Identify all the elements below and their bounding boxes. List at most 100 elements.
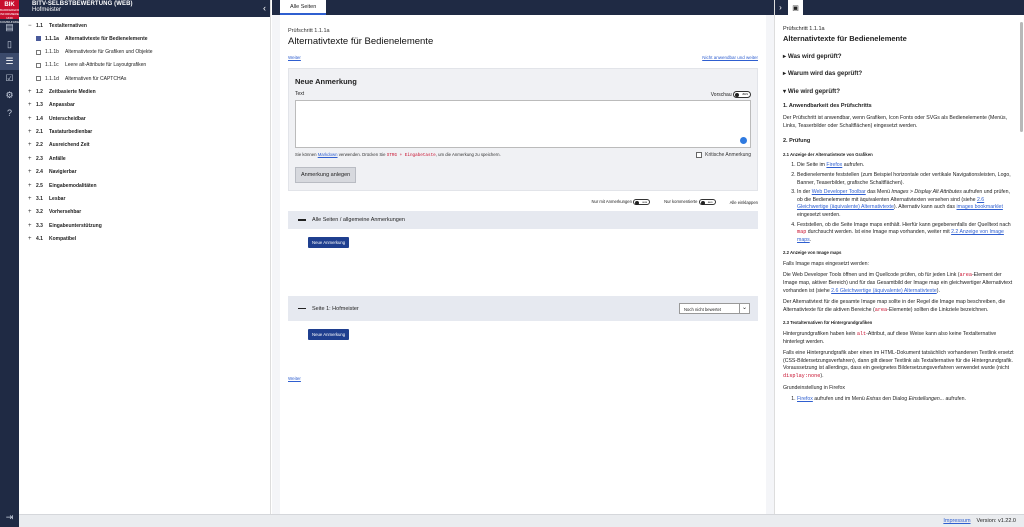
- help-paragraph: Der Alternativtext für die gesamte Image…: [783, 299, 1017, 314]
- checkbox-icon: [36, 62, 41, 68]
- expand-toggle[interactable]: +: [28, 223, 36, 229]
- note-textarea[interactable]: [295, 100, 751, 148]
- preview-toggle[interactable]: aus: [733, 91, 751, 98]
- expand-toggle[interactable]: +: [28, 89, 36, 95]
- collapse-sidebar-icon[interactable]: ‹: [263, 3, 266, 13]
- not-applicable-link[interactable]: Nicht anwendbar und weiter: [702, 55, 758, 60]
- help-step: Firefox aufrufen und im Menü Extras den …: [797, 396, 1017, 404]
- tab-all-pages[interactable]: Alle Seiten: [280, 0, 327, 15]
- document-icon[interactable]: ▯: [0, 36, 19, 53]
- accordion-label: Was wird geprüft?: [787, 52, 842, 60]
- accordion-how[interactable]: ▾ Wie wird geprüft?: [783, 88, 1017, 96]
- firefox-link[interactable]: Firefox: [797, 396, 813, 402]
- tree-item-1-1-1b[interactable]: 1.1.1b Alternativtexte für Grafiken und O…: [19, 46, 270, 59]
- expand-toggle[interactable]: +: [28, 142, 36, 148]
- critical-note-checkbox[interactable]: Kritische Anmerkung: [696, 152, 751, 158]
- text: das Menü: [865, 189, 892, 196]
- tree-group-2-5[interactable]: +2.5 Eingabemodalitäten: [19, 179, 270, 192]
- expand-toggle[interactable]: +: [28, 102, 36, 108]
- tree-group-1-4[interactable]: +1.4 Unterscheidbar: [19, 112, 270, 125]
- chevron-down-icon[interactable]: ⌄: [739, 304, 749, 313]
- collapse-toggle[interactable]: −: [28, 23, 36, 29]
- sidebar: BITV-SELBSTBEWERTUNG (WEB) Hofmeister ‹ …: [19, 0, 271, 527]
- expand-toggle[interactable]: +: [28, 236, 36, 242]
- only-notes-toggle[interactable]: aus: [633, 199, 651, 205]
- tree-group-1-2[interactable]: +1.2 Zeitbasierte Medien: [19, 85, 270, 98]
- tree-num: 1.1.1c: [45, 62, 59, 69]
- expand-toggle[interactable]: +: [28, 129, 36, 135]
- text-label: Text: [295, 91, 305, 97]
- accordion-what[interactable]: ▸ Was wird geprüft?: [783, 53, 1017, 61]
- filter-only-notes: Nur mit Anmerkungen aus: [591, 199, 651, 205]
- tree-label: Alternativtexte für Bedienelemente: [65, 35, 148, 42]
- text: eingesetzt werden.: [797, 211, 841, 218]
- tree-group-3-2[interactable]: +3.2 Vorhersehbar: [19, 206, 270, 219]
- checklist-icon[interactable]: ☑: [0, 70, 19, 87]
- settings-icon[interactable]: ⚙: [0, 87, 19, 104]
- firefox-link[interactable]: Firefox: [826, 162, 842, 168]
- tree-group-4-1[interactable]: +4.1 Kompatibel: [19, 232, 270, 245]
- weiter-link[interactable]: Weiter: [288, 55, 301, 60]
- logout-icon[interactable]: ⇥: [0, 512, 19, 523]
- help-title: Alternativtexte für Bedienelemente: [783, 33, 907, 43]
- collapse-icon[interactable]: [298, 307, 306, 310]
- new-note-heading: Neue Anmerkung: [295, 77, 357, 86]
- grammar-check-icon[interactable]: [740, 137, 747, 144]
- bik-logo: BIK BARRIEREFREI INFORMIEREN UND KOMMUNI…: [0, 0, 26, 24]
- tree-group-2-2[interactable]: +2.2 Ausreichend Zeit: [19, 139, 270, 152]
- tree-group-3-3[interactable]: +3.3 Eingabeunterstützung: [19, 219, 270, 232]
- sidebar-header: BITV-SELBSTBEWERTUNG (WEB) Hofmeister ‹: [19, 0, 270, 17]
- tree-label: Alternativtexte für Grafiken und Objekte: [65, 49, 153, 56]
- page-1-section[interactable]: Seite 1: Hofmeister Noch nicht bewertet ⌄: [288, 296, 758, 321]
- weiter-link-bottom[interactable]: Weiter: [288, 376, 301, 381]
- tree-group-2-1[interactable]: +2.1 Tastaturbedienbar: [19, 125, 270, 138]
- expand-toggle[interactable]: +: [28, 169, 36, 175]
- new-note-button-page[interactable]: Neue Anmerkung: [308, 329, 350, 340]
- text: In der: [797, 189, 812, 196]
- criteria-tree: −1.1 Textalternativen 1.1.1a Alternativtex…: [19, 17, 270, 246]
- create-note-button[interactable]: Anmerkung anlegen: [295, 167, 357, 183]
- help-step: Bedienelemente feststellen (zum Beispiel…: [797, 172, 1017, 187]
- tree-label: Alternativen für CAPTCHAs: [65, 75, 127, 82]
- tree-item-1-1-1a[interactable]: 1.1.1a Alternativtexte für Bedienelemente: [19, 32, 270, 45]
- expand-toggle[interactable]: +: [28, 196, 36, 202]
- main-area: Alle Seiten Prüfschritt 1.1.1a Alternati…: [272, 0, 774, 527]
- help-subheading: 2.1 Anzeige der Alternativtexte von Graf…: [783, 151, 873, 157]
- code: map: [797, 229, 807, 236]
- tree-item-1-1-1d[interactable]: 1.1.1d Alternativen für CAPTCHAs: [19, 72, 270, 85]
- tree-num: 2.2: [36, 142, 43, 149]
- tree-label: Anpassbar: [49, 102, 75, 109]
- checkbox-icon: [36, 49, 41, 55]
- tree-num: 1.1: [36, 22, 43, 29]
- tree-group-3-1[interactable]: +3.1 Lesbar: [19, 192, 270, 205]
- new-note-button-all[interactable]: Neue Anmerkung: [308, 237, 350, 248]
- rating-select[interactable]: Noch nicht bewertet ⌄: [679, 303, 750, 314]
- tree-group-1-3[interactable]: +1.3 Anpassbar: [19, 99, 270, 112]
- expand-toggle[interactable]: +: [28, 183, 36, 189]
- collapse-all-link[interactable]: Alle einklappen: [730, 200, 758, 205]
- tree-item-1-1-1c[interactable]: 1.1.1c Leere alt-Attribute für Layoutgraf…: [19, 59, 270, 72]
- markdown-link[interactable]: Markdown: [318, 152, 338, 157]
- all-pages-section[interactable]: Alle Seiten / allgemeine Anmerkungen: [288, 211, 758, 229]
- images-bookmarklet-link[interactable]: images bookmarklet: [956, 204, 1002, 210]
- expand-panel-icon[interactable]: ›: [775, 3, 786, 12]
- accordion-why[interactable]: ▸ Warum wird das geprüft?: [783, 70, 1017, 78]
- scrollbar[interactable]: [1020, 22, 1023, 132]
- expand-toggle[interactable]: +: [28, 156, 36, 162]
- web-developer-toolbar-link[interactable]: Web Developer Toolbar: [812, 189, 866, 195]
- help-panel-toolbar: › ▣: [775, 0, 1024, 15]
- help-icon[interactable]: ?: [0, 104, 19, 121]
- collapse-icon[interactable]: [298, 219, 306, 221]
- only-commented-toggle[interactable]: aus: [698, 199, 716, 205]
- document-icon[interactable]: ▣: [788, 0, 803, 15]
- checkbox-icon[interactable]: [696, 152, 703, 158]
- expand-toggle[interactable]: +: [28, 116, 36, 122]
- tree-group-1-1[interactable]: −1.1 Textalternativen: [19, 19, 270, 32]
- markdown-hint: Sie können Markdown verwenden. Drücken S…: [295, 152, 501, 158]
- list-icon[interactable]: ☰: [0, 53, 19, 70]
- expand-toggle[interactable]: +: [28, 209, 36, 215]
- equivalent-alt-link[interactable]: 2.6 Gleichwertige (äquivalente) Alternat…: [831, 288, 937, 294]
- impressum-link[interactable]: Impressum: [943, 518, 970, 524]
- tree-group-2-3[interactable]: +2.3 Anfälle: [19, 152, 270, 165]
- tree-group-2-4[interactable]: +2.4 Navigierbar: [19, 165, 270, 178]
